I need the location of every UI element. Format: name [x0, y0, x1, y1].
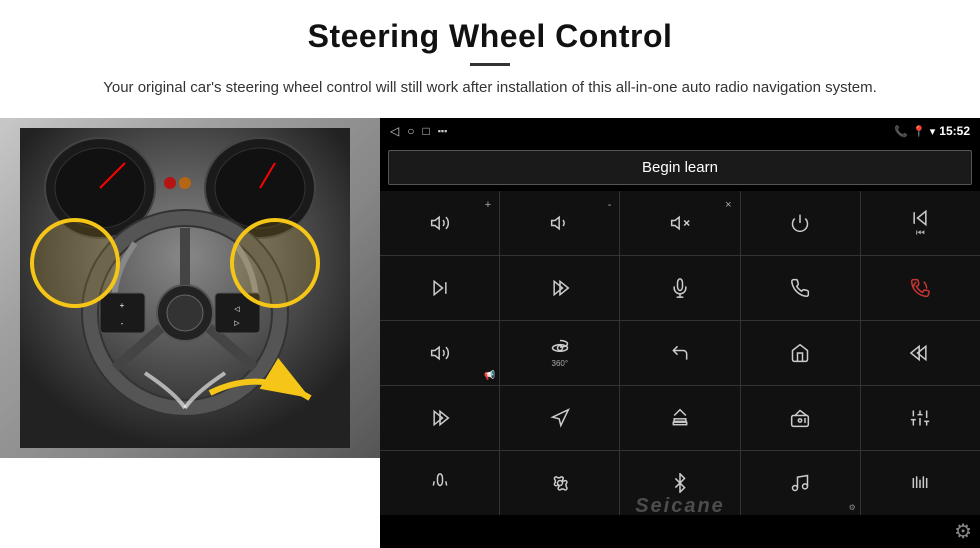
arrow-svg: [200, 358, 320, 428]
header-section: Steering Wheel Control Your original car…: [0, 0, 980, 108]
highlight-circle-left: [30, 218, 120, 308]
square-icon: □: [422, 124, 429, 138]
mute-button[interactable]: ×: [620, 191, 739, 255]
settings2-button[interactable]: [500, 451, 619, 515]
vol-up-button[interactable]: +: [380, 191, 499, 255]
status-bar: ◁ ○ □ ▪▪▪ 📞 📍 ▾ 15:52: [380, 118, 980, 144]
equalizer-button[interactable]: [861, 386, 980, 450]
next-track-button[interactable]: [380, 256, 499, 320]
bottom-bar: Seicane ⚙: [380, 515, 980, 548]
time-display: 15:52: [939, 124, 970, 138]
home-circle-icon: ○: [407, 124, 414, 138]
highlight-circle-right: [230, 218, 320, 308]
radio-button[interactable]: [741, 386, 860, 450]
navigate-button[interactable]: [500, 386, 619, 450]
page-container: Steering Wheel Control Your original car…: [0, 0, 980, 548]
vol-down-button[interactable]: -: [500, 191, 619, 255]
360-view-button[interactable]: 360°: [500, 321, 619, 385]
phone-call-button[interactable]: [741, 256, 860, 320]
microphone2-button[interactable]: [380, 451, 499, 515]
music-button[interactable]: ⚙: [741, 451, 860, 515]
fast-forward-skip-button[interactable]: [500, 256, 619, 320]
status-left-icons: ◁ ○ □ ▪▪▪: [390, 124, 447, 138]
home-button[interactable]: [741, 321, 860, 385]
svg-text:+: +: [120, 301, 125, 310]
android-panel: ◁ ○ □ ▪▪▪ 📞 📍 ▾ 15:52 Begin learn: [380, 118, 980, 548]
eject-button[interactable]: [620, 386, 739, 450]
begin-learn-button[interactable]: Begin learn: [388, 150, 972, 185]
location-status-icon: 📍: [912, 125, 926, 138]
begin-learn-row: Begin learn: [380, 144, 980, 191]
subtitle-text: Your original car's steering wheel contr…: [90, 76, 890, 100]
signal-icon: ▪▪▪: [438, 126, 448, 136]
fast-fwd-button[interactable]: [380, 386, 499, 450]
bluetooth-button[interactable]: [620, 451, 739, 515]
svg-text:▷: ▷: [234, 320, 240, 327]
content-row: + - ◁ ▷: [0, 118, 980, 548]
wifi-status-icon: ▾: [930, 125, 936, 138]
mic-button[interactable]: [620, 256, 739, 320]
equalizer2-button[interactable]: [861, 451, 980, 515]
title-divider: [470, 63, 510, 66]
power-button[interactable]: [741, 191, 860, 255]
page-title: Steering Wheel Control: [60, 18, 920, 55]
controls-grid: + - × ⏮: [380, 191, 980, 515]
skip-back-button[interactable]: ⏮: [861, 191, 980, 255]
back-arrow-icon: ◁: [390, 124, 399, 138]
back-button[interactable]: [620, 321, 739, 385]
car-image-panel: + - ◁ ▷: [0, 118, 380, 458]
phone-hang-button[interactable]: [861, 256, 980, 320]
gear-icon[interactable]: ⚙: [954, 519, 972, 544]
rewind-button[interactable]: [861, 321, 980, 385]
speaker-button[interactable]: 📢: [380, 321, 499, 385]
svg-text:◁: ◁: [234, 306, 240, 313]
phone-status-icon: 📞: [894, 125, 908, 138]
status-right-icons: 📞 📍 ▾ 15:52: [894, 124, 970, 138]
svg-text:-: -: [121, 319, 124, 328]
